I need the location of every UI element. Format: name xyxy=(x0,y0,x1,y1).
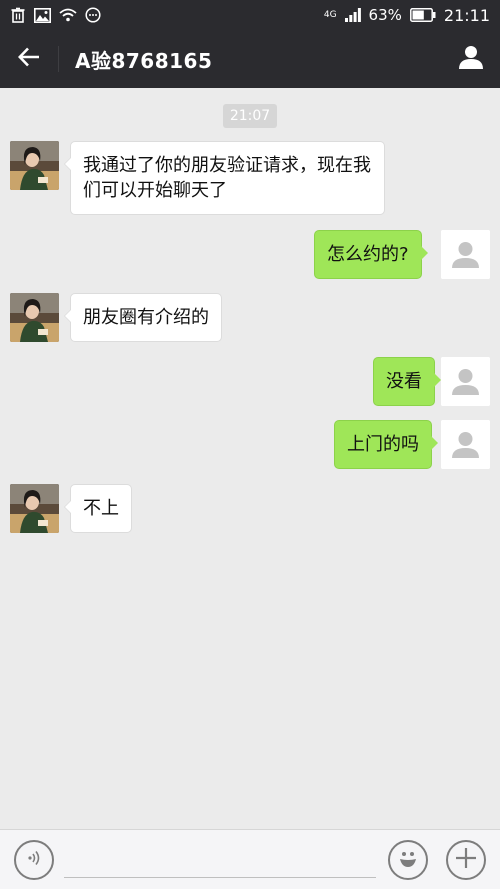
wifi-icon xyxy=(59,8,77,22)
signal-icon xyxy=(344,8,361,22)
more-options-button[interactable] xyxy=(446,840,486,880)
chat-header: A验8768165 xyxy=(0,30,500,88)
chat-info-button[interactable] xyxy=(442,30,500,88)
contact-avatar[interactable] xyxy=(10,484,59,533)
back-button[interactable] xyxy=(0,30,58,88)
status-bar: 4G 63% 21:11 xyxy=(0,0,500,30)
message-bubble-outgoing[interactable]: 怎么约的? xyxy=(314,230,428,279)
timestamp-divider: 21:07 xyxy=(223,104,277,128)
message-input[interactable] xyxy=(64,844,376,878)
person-icon xyxy=(458,44,484,74)
voice-icon xyxy=(25,849,43,871)
chat-title: A验8768165 xyxy=(75,48,213,73)
plus-icon xyxy=(454,846,478,874)
message-bubble-incoming[interactable]: 不上 xyxy=(64,484,132,533)
contact-avatar[interactable] xyxy=(10,293,59,342)
clock: 21:11 xyxy=(443,5,490,25)
message-list[interactable]: 21:07 我通过了你的朋友验证请求，现在我们可以开始聊天了 怎么约的? 朋友圈… xyxy=(0,88,500,829)
self-avatar[interactable] xyxy=(441,357,490,406)
battery-icon xyxy=(409,8,436,22)
header-divider xyxy=(58,46,59,72)
emoji-icon xyxy=(394,844,422,876)
message-bubble-incoming[interactable]: 我通过了你的朋友验证请求，现在我们可以开始聊天了 xyxy=(64,141,385,215)
trash-icon xyxy=(10,7,26,23)
network-label: 4G xyxy=(323,10,337,20)
voice-button[interactable] xyxy=(14,840,54,880)
more-icon xyxy=(85,7,101,23)
arrow-left-icon xyxy=(17,47,40,71)
input-bar xyxy=(0,829,500,889)
emoji-button[interactable] xyxy=(388,840,428,880)
self-avatar[interactable] xyxy=(441,230,490,279)
message-bubble-incoming[interactable]: 朋友圈有介绍的 xyxy=(64,293,222,342)
message-bubble-outgoing[interactable]: 没看 xyxy=(373,357,441,406)
image-icon xyxy=(34,7,51,23)
message-bubble-outgoing[interactable]: 上门的吗 xyxy=(334,420,438,469)
contact-avatar[interactable] xyxy=(10,141,59,190)
self-avatar[interactable] xyxy=(441,420,490,469)
battery-percent: 63% xyxy=(368,6,402,24)
